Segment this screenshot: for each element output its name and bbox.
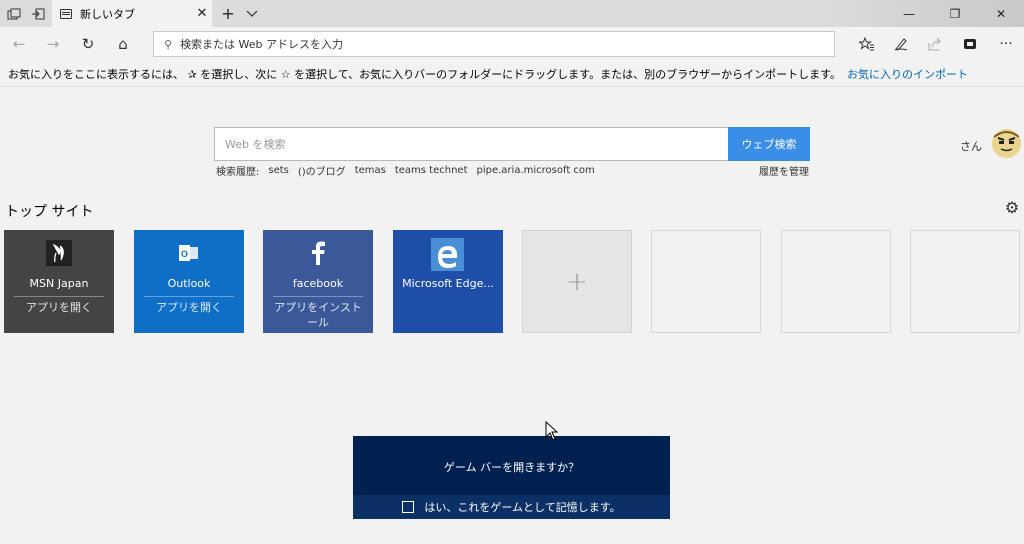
extension-icon[interactable] — [953, 27, 987, 61]
tab-list-chevron-icon[interactable] — [240, 0, 264, 27]
tile-divider — [273, 296, 363, 297]
history-item[interactable]: pipe.aria.microsoft com — [477, 165, 595, 176]
top-site-tile-edge[interactable]: Microsoft Edge... — [393, 230, 503, 333]
gear-icon[interactable]: ⚙ — [1003, 199, 1021, 217]
remember-as-game-checkbox[interactable] — [402, 501, 415, 513]
game-bar-prompt: ゲーム バーを開きますか？ はい、これをゲームとして記憶します。 — [353, 436, 670, 519]
top-site-tile-outlook[interactable]: O Outlook アプリを開く — [134, 230, 244, 333]
tile-action[interactable]: アプリをインストール — [271, 300, 365, 330]
address-bar[interactable]: ⚲ 検索または Web アドレスを入力 — [153, 31, 835, 57]
top-site-tile-facebook[interactable]: facebook アプリをインストール — [263, 230, 373, 333]
search-placeholder: Web を検索 — [225, 138, 286, 151]
pen-notes-icon[interactable] — [884, 27, 918, 61]
remember-as-game-option[interactable]: はい、これをゲームとして記憶します。 — [353, 495, 670, 519]
empty-site-tile[interactable] — [781, 230, 891, 333]
tile-name: facebook — [292, 277, 344, 290]
back-button[interactable]: ← — [2, 27, 36, 61]
svg-text:O: O — [181, 249, 188, 259]
history-item[interactable]: teams technet — [395, 165, 468, 176]
user-name[interactable]: さん — [960, 138, 982, 154]
tab-title: 新しいタブ — [80, 7, 135, 21]
tile-name: Outlook — [167, 277, 211, 290]
msn-butterfly-icon — [45, 239, 73, 267]
tab-new-tab[interactable]: 新しいタブ ✕ — [52, 0, 212, 27]
tile-name: Microsoft Edge... — [402, 277, 494, 290]
history-item[interactable]: ()のブログ — [298, 163, 346, 178]
avatar[interactable] — [992, 129, 1021, 158]
add-site-tile[interactable]: + — [522, 230, 632, 333]
tile-action[interactable]: アプリを開く — [12, 300, 106, 315]
empty-site-tile[interactable] — [651, 230, 761, 333]
game-bar-question[interactable]: ゲーム バーを開きますか？ — [353, 459, 670, 475]
web-search-input[interactable]: Web を検索 — [214, 127, 729, 161]
tile-divider — [144, 296, 234, 297]
facebook-icon — [304, 239, 332, 267]
tab-preview-icon[interactable] — [2, 0, 26, 27]
remember-as-game-label: はい、これをゲームとして記憶します。 — [424, 501, 621, 514]
add-icon: + — [566, 266, 588, 297]
set-aside-tabs-icon[interactable] — [26, 0, 50, 27]
web-search-button[interactable]: ウェブ検索 — [728, 127, 810, 161]
search-history: 検索履歴: sets ()のブログ temas teams technet pi… — [216, 163, 810, 179]
tile-action[interactable]: アプリを開く — [142, 300, 236, 315]
favorites-bar: お気に入りをここに表示するには、 ✰ を選択し、次に ☆ を選択して、お気に入り… — [0, 61, 1024, 87]
top-site-tile-msn[interactable]: MSN Japan アプリを開く — [4, 230, 114, 333]
home-button[interactable]: ⌂ — [106, 27, 140, 61]
navigation-bar: ← → ↻ ⌂ ⚲ 検索または Web アドレスを入力 ··· — [0, 27, 1024, 61]
new-tab-icon — [60, 8, 72, 19]
close-window-button[interactable]: ✕ — [978, 0, 1024, 27]
new-tab-button[interactable]: + — [216, 0, 240, 27]
address-placeholder: 検索または Web アドレスを入力 — [180, 38, 344, 51]
tile-divider — [14, 296, 104, 297]
search-history-label: 検索履歴: — [216, 166, 260, 178]
empty-site-tile[interactable] — [910, 230, 1020, 333]
import-favorites-link[interactable]: お気に入りのインポート — [847, 66, 968, 82]
restore-button[interactable]: ❐ — [932, 0, 978, 27]
search-icon: ⚲ — [164, 37, 173, 51]
forward-button[interactable]: → — [36, 27, 70, 61]
history-item[interactable]: temas — [355, 165, 386, 176]
refresh-button[interactable]: ↻ — [71, 27, 105, 61]
favorites-star-icon[interactable] — [850, 27, 884, 61]
tile-name: MSN Japan — [29, 277, 89, 290]
close-tab-icon[interactable]: ✕ — [192, 6, 212, 21]
minimize-button[interactable]: — — [886, 0, 932, 27]
manage-history-link[interactable]: 履歴を管理 — [759, 163, 809, 178]
title-bar: 新しいタブ ✕ + — ❐ ✕ — [0, 0, 1024, 27]
history-item[interactable]: sets — [268, 165, 289, 176]
mouse-cursor-icon — [545, 420, 559, 444]
top-sites-heading: トップ サイト — [5, 204, 94, 220]
outlook-icon: O — [175, 239, 203, 267]
edge-logo-icon — [431, 238, 464, 271]
more-icon[interactable]: ··· — [989, 27, 1023, 61]
favorites-bar-message: お気に入りをここに表示するには、 ✰ を選択し、次に ☆ を選択して、お気に入り… — [8, 67, 841, 81]
share-icon[interactable] — [918, 27, 952, 61]
